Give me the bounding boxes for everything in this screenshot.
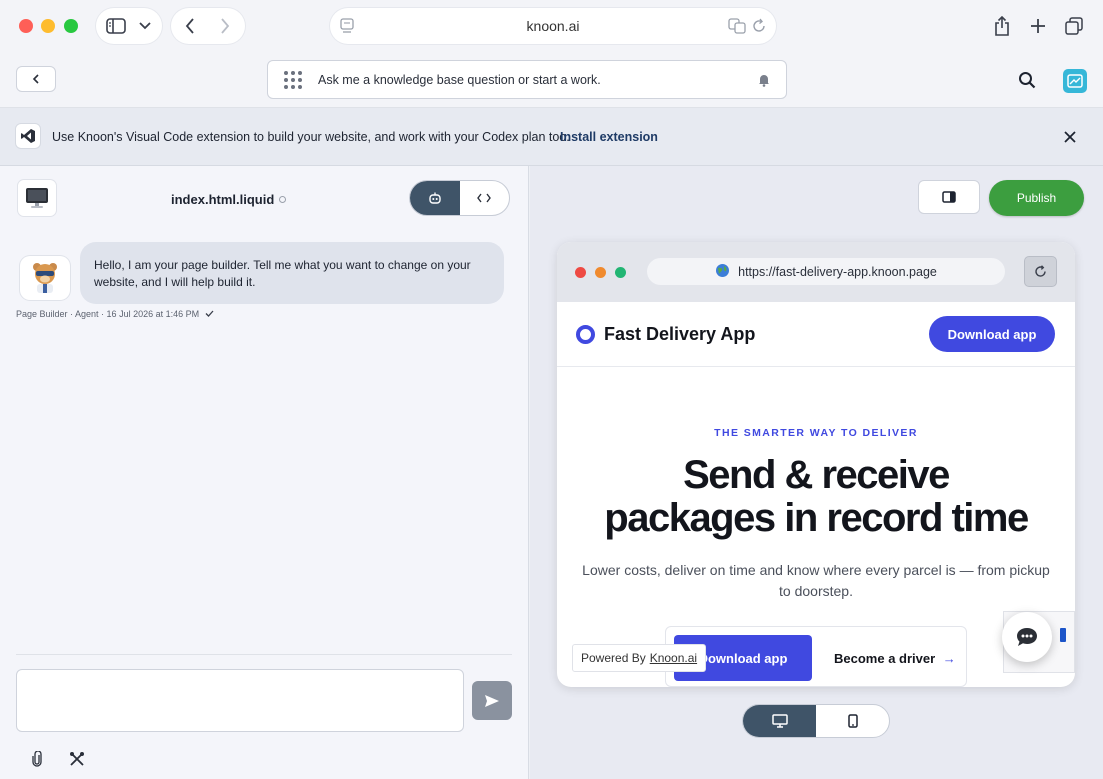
ask-input[interactable]: Ask me a knowledge base question or star… [267,60,787,99]
bell-icon[interactable] [758,73,770,90]
site-logo-icon [576,325,595,344]
back-button[interactable] [16,66,56,92]
browser-chrome: knoon.ai [0,0,1103,52]
preview-minimize-dot [595,267,606,278]
chat-bubble-icon [1017,628,1037,646]
desktop-view-tab[interactable] [743,705,816,737]
site-preview-window: https://fast-delivery-app.knoon.page Fas… [557,242,1075,687]
file-name: index.html.liquid [171,192,275,207]
preview-url-bar[interactable]: https://fast-delivery-app.knoon.page [647,258,1005,285]
address-bar[interactable]: knoon.ai [330,8,776,44]
bear-icon [33,263,57,293]
hero-subtext: Lower costs, deliver on time and know wh… [582,562,1050,599]
header-download-button[interactable]: Download app [929,316,1055,352]
powered-by-badge[interactable]: Powered By Knoon.ai [572,644,707,672]
hero-headline: Send & receive packages in record time [557,454,1075,540]
preview-url: https://fast-delivery-app.knoon.page [738,264,937,279]
mobile-icon [847,714,858,728]
file-title: index.html.liquid [171,192,287,207]
check-icon [205,309,214,319]
message-meta-text: Page Builder · Agent · 16 Jul 2026 at 1:… [16,309,200,319]
message-meta: Page Builder · Agent · 16 Jul 2026 at 1:… [16,309,214,319]
share-icon[interactable] [990,14,1014,38]
publish-button[interactable]: Publish [989,180,1084,216]
app-logo-icon[interactable] [1063,69,1087,93]
agent-mode-tab[interactable] [410,181,460,215]
install-extension-link[interactable]: Install extension [560,130,658,144]
code-mode-tab[interactable] [460,181,510,215]
message-input[interactable] [16,669,464,732]
send-icon [485,694,499,707]
sidebar-layout-icon [942,191,956,203]
address-text: knoon.ai [526,18,580,34]
search-icon[interactable] [1016,69,1038,91]
hero-headline-line2: packages in record time [604,496,1029,540]
device-toggle [742,704,890,738]
zoom-window-button[interactable] [64,19,78,33]
agent-avatar [20,256,70,300]
desktop-icon [771,714,788,728]
hero-headline-line1: Send & receive [683,453,950,497]
preview-zoom-dot [615,267,626,278]
hero-cta-group: Download app Become a driver → [665,626,967,687]
send-button[interactable] [472,681,512,720]
builder-panel: index.html.liquid Hello, I am your page … [0,166,529,779]
back-arrow-icon[interactable] [180,16,200,36]
globe-icon [715,263,730,281]
status-dot-icon [279,196,287,203]
translate-icon[interactable] [728,18,746,37]
attach-icon[interactable] [28,750,46,768]
header-download-label: Download app [947,326,1037,342]
close-window-button[interactable] [19,19,33,33]
notice-text: Use Knoon's Visual Code extension to bui… [52,130,570,144]
new-tab-icon[interactable] [1026,14,1050,38]
app-top-bar: Ask me a knowledge base question or star… [0,52,1103,108]
tab-overview-icon[interactable] [1062,14,1086,38]
publish-label: Publish [1016,191,1057,205]
forward-arrow-icon[interactable] [215,16,235,36]
hero-download-label: Download app [698,650,788,666]
chat-widget-button[interactable] [1002,612,1052,662]
mobile-view-tab[interactable] [816,705,889,737]
reload-icon[interactable] [752,18,766,37]
composer-divider [16,654,512,655]
monitor-icon [18,180,56,216]
hero-eyebrow: THE SMARTER WAY TO DELIVER [714,427,918,439]
agent-message-text: Hello, I am your page builder. Tell me w… [94,258,471,289]
sidebar-icon[interactable] [104,16,128,36]
drag-handle-icon [284,70,302,89]
powered-prefix: Powered By [581,651,646,665]
recaptcha-icon [1060,628,1066,642]
close-icon[interactable] [1061,128,1079,146]
reload-icon [1035,265,1046,277]
minimize-window-button[interactable] [41,19,55,33]
site-name: Fast Delivery App [604,324,756,344]
preview-toolbar: https://fast-delivery-app.knoon.page [557,242,1075,302]
reader-icon [340,18,354,37]
preview-close-dot [575,267,586,278]
become-driver-label: Become a driver [834,651,936,666]
vscode-icon [16,124,40,148]
arrow-right-icon: → [942,651,956,666]
powered-link[interactable]: Knoon.ai [650,651,697,665]
become-driver-link[interactable]: Become a driver → [834,651,956,666]
chevron-down-icon[interactable] [137,18,153,34]
site-header: Fast Delivery App Download app [557,302,1075,367]
preview-reload-button[interactable] [1024,256,1057,287]
extension-notice: Use Knoon's Visual Code extension to bui… [0,108,1103,166]
view-mode-toggle [409,180,510,216]
robot-icon [429,192,441,204]
agent-message: Hello, I am your page builder. Tell me w… [80,242,504,304]
ask-placeholder: Ask me a knowledge base question or star… [318,72,601,87]
code-icon [477,193,492,203]
tools-icon[interactable] [68,750,86,768]
layout-toggle-button[interactable] [918,180,980,214]
